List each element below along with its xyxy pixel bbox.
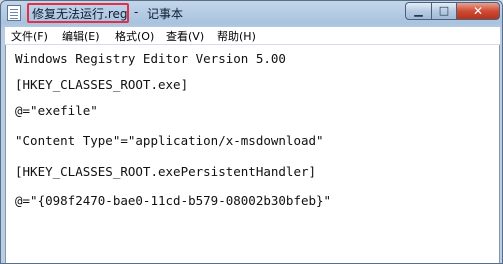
menu-bar: 文件(F) 编辑(E) 格式(O) 查看(V) 帮助(H) (5, 27, 500, 45)
title-bar[interactable]: 修复无法运行.reg - 记事本 ▁ □ ✕ (1, 1, 502, 27)
text-line: @="exefile" (15, 103, 98, 118)
minimize-button[interactable]: ▁ (405, 2, 432, 20)
menu-format[interactable]: 格式(O) (115, 28, 154, 44)
title-separator: - (134, 5, 139, 19)
notepad-window: 修复无法运行.reg - 记事本 ▁ □ ✕ 文件(F) 编辑(E) 格式(O)… (0, 0, 503, 264)
text-line: @="{098f2470-bae0-11cd-b579-08002b30bfeb… (15, 193, 332, 208)
close-button[interactable]: ✕ (456, 2, 500, 20)
title-app-name: 记事本 (147, 7, 184, 21)
minimize-icon: ▁ (414, 4, 423, 17)
text-line: [HKEY_CLASSES_ROOT.exePersistentHandler] (15, 164, 317, 179)
text-line: Windows Registry Editor Version 5.00 (15, 51, 286, 66)
text-editor-area[interactable]: Windows Registry Editor Version 5.00 [HK… (5, 45, 500, 263)
close-icon: ✕ (472, 4, 484, 18)
title-file-name: 修复无法运行.reg (32, 7, 128, 21)
menu-view[interactable]: 查看(V) (166, 28, 204, 44)
menu-file[interactable]: 文件(F) (11, 28, 48, 44)
notepad-icon[interactable] (7, 5, 21, 21)
text-line: [HKEY_CLASSES_ROOT.exe] (15, 77, 189, 92)
menu-edit[interactable]: 编辑(E) (62, 28, 100, 44)
maximize-icon: □ (438, 4, 450, 17)
text-line: "Content Type"="application/x-msdownload… (15, 133, 324, 148)
menu-help[interactable]: 帮助(H) (217, 28, 256, 44)
maximize-button[interactable]: □ (431, 2, 457, 20)
